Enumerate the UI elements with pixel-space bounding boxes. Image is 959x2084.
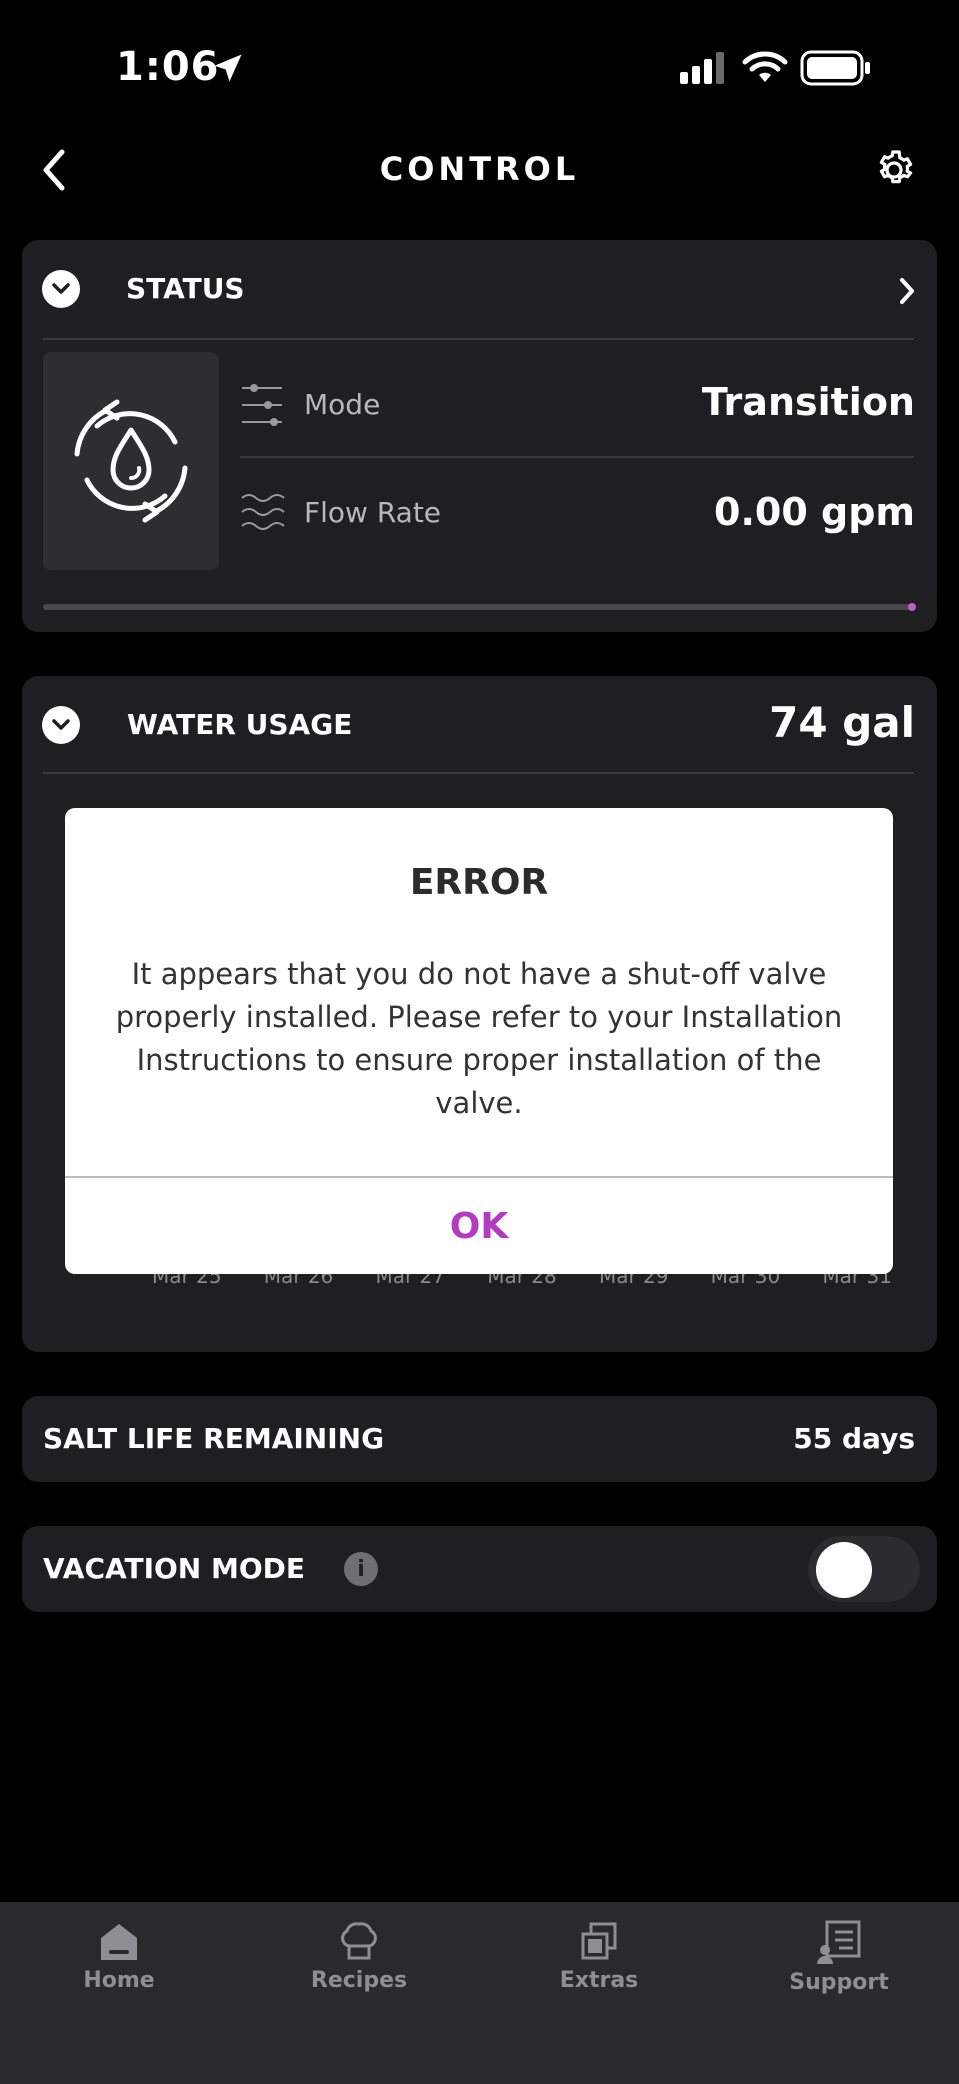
status-progress-fill xyxy=(43,603,916,611)
status-progress-bar xyxy=(43,603,916,611)
chevron-down-icon xyxy=(52,719,70,730)
extras-icon xyxy=(581,1922,617,1960)
gear-icon[interactable] xyxy=(870,146,918,194)
status-progress-indicator xyxy=(908,603,916,611)
water-usage-total: 74 gal xyxy=(769,698,915,747)
salt-life-value: 55 days xyxy=(793,1422,915,1455)
tab-bar: Home Recipes Extras Support xyxy=(0,1902,959,2084)
error-dialog: ERROR It appears that you do not have a … xyxy=(65,808,893,1274)
mode-value: Transition xyxy=(701,380,915,424)
dialog-title: ERROR xyxy=(409,862,549,903)
wifi-icon xyxy=(742,51,788,82)
status-card: STATUS Mode Transition Flow Rate 0.00 gp… xyxy=(22,240,937,632)
status-divider xyxy=(43,338,914,340)
ok-button[interactable]: OK xyxy=(65,1178,893,1274)
flow-rate-value: 0.00 gpm xyxy=(714,490,915,534)
chevron-down-icon xyxy=(52,283,70,294)
usage-divider xyxy=(43,772,914,774)
sliders-icon xyxy=(242,384,282,426)
support-icon xyxy=(817,1920,861,1964)
tab-label: Recipes xyxy=(310,1968,408,1993)
tab-label: Home xyxy=(83,1968,155,1993)
chef-hat-icon xyxy=(341,1922,377,1960)
flow-rate-label: Flow Rate xyxy=(304,496,442,529)
dialog-message: It appears that you do not have a shut-o… xyxy=(115,957,843,1120)
cellular-signal-icon xyxy=(680,52,724,84)
status-title: STATUS xyxy=(126,272,245,305)
water-cycle-icon xyxy=(74,399,188,523)
vacation-mode-title: VACATION MODE xyxy=(43,1552,306,1585)
tab-extras[interactable]: Extras xyxy=(499,1920,699,1993)
vacation-mode-toggle[interactable] xyxy=(808,1536,920,1602)
water-usage-title: WATER USAGE xyxy=(127,708,353,741)
collapse-status-button[interactable] xyxy=(42,270,80,308)
battery-icon xyxy=(800,50,870,86)
location-arrow-icon xyxy=(214,54,242,82)
status-bar: 1:06 xyxy=(0,0,959,140)
mode-tile xyxy=(43,352,219,570)
mode-label: Mode xyxy=(304,388,381,421)
status-time: 1:06 xyxy=(116,44,220,90)
info-icon[interactable]: i xyxy=(344,1552,378,1586)
tab-recipes[interactable]: Recipes xyxy=(259,1920,459,1993)
vacation-mode-card: VACATION MODE i xyxy=(22,1526,937,1612)
salt-life-title: SALT LIFE REMAINING xyxy=(43,1422,385,1455)
salt-life-card: SALT LIFE REMAINING 55 days xyxy=(22,1396,937,1482)
tab-label: Support xyxy=(789,1970,889,1995)
tab-support[interactable]: Support xyxy=(739,1920,939,1995)
tab-label: Extras xyxy=(559,1968,639,1993)
waves-icon xyxy=(241,494,285,530)
toggle-knob xyxy=(816,1542,872,1598)
mode-divider xyxy=(240,456,914,458)
tab-home[interactable]: Home xyxy=(19,1920,219,1993)
home-icon xyxy=(101,1924,137,1960)
collapse-usage-button[interactable] xyxy=(42,706,80,744)
page-title: CONTROL xyxy=(379,150,580,188)
chevron-right-icon[interactable] xyxy=(898,276,916,306)
